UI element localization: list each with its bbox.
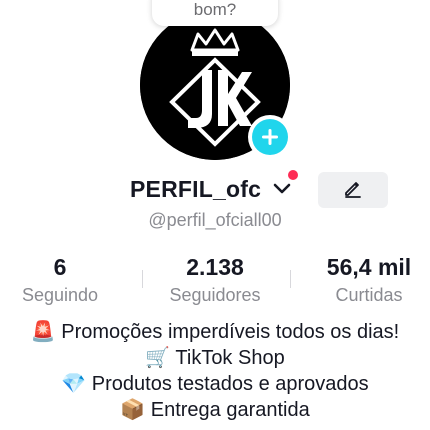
stat-likes-label: Curtidas <box>335 285 403 305</box>
stat-following-label: Seguindo <box>21 285 99 305</box>
plus-icon <box>252 119 288 155</box>
stat-followers[interactable]: 2.138 Seguidores <box>150 254 280 306</box>
profile-handle: @perfil_ofciall00 <box>148 210 282 230</box>
stat-divider <box>290 270 291 288</box>
profile-bio: 🚨 Promoções imperdíveis todos os dias! 🛒… <box>0 319 430 423</box>
profile-name-row: PERFIL_ofc <box>0 170 430 210</box>
bio-line: 💎 Produtos testados e aprovados <box>61 373 369 395</box>
stat-following[interactable]: 6 Seguindo <box>0 254 125 306</box>
chevron-down-icon[interactable] <box>273 182 291 200</box>
bio-line: 🛒 TikTok Shop <box>145 347 285 369</box>
pencil-icon <box>342 177 364 204</box>
bio-line: 🚨 Promoções imperdíveis todos os dias! <box>30 321 400 343</box>
bio-line: 📦 Entrega garantida <box>120 399 310 421</box>
username[interactable]: PERFIL_ofc <box>130 176 261 203</box>
edit-profile-button[interactable] <box>318 172 388 208</box>
add-story-button[interactable] <box>248 115 292 159</box>
stat-followers-label: Seguidores <box>169 285 261 305</box>
stat-likes[interactable]: 56,4 mil Curtidas <box>304 254 430 306</box>
tooltip-text: bom? <box>193 0 237 19</box>
notification-dot <box>288 170 298 180</box>
stat-followers-value: 2.138 <box>186 254 244 280</box>
stat-following-value: 6 <box>53 254 67 280</box>
stat-divider <box>142 270 143 288</box>
stat-likes-value: 56,4 mil <box>326 254 412 280</box>
tooltip-bubble: bom? <box>152 0 278 26</box>
